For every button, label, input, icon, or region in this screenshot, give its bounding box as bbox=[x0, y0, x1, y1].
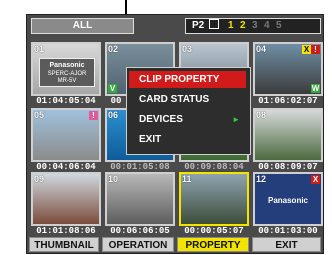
menu-item-devices[interactable]: DEVICES ► bbox=[129, 111, 246, 128]
thumbnail-number: 02 bbox=[108, 44, 119, 54]
filter-all-label[interactable]: ALL bbox=[31, 18, 134, 34]
property-button[interactable]: PROPERTY bbox=[177, 237, 249, 252]
thumbnail-09[interactable]: 09 bbox=[31, 172, 101, 226]
badge-alert: ! bbox=[311, 45, 320, 54]
menu-item-label: CLIP PROPERTY bbox=[139, 74, 220, 85]
thumbnail-number: 08 bbox=[256, 110, 267, 120]
slot-1: 1 bbox=[228, 20, 234, 31]
thumbnail-brand: Panasonic bbox=[267, 196, 308, 205]
thumbnail-11[interactable]: 11 bbox=[179, 172, 249, 226]
menu-item-card-status[interactable]: CARD STATUS bbox=[129, 91, 246, 108]
timecode: 00:06:06:05 bbox=[110, 226, 170, 236]
badge-x: X bbox=[302, 45, 311, 54]
menu-item-label: CARD STATUS bbox=[139, 94, 210, 105]
thumbnail-08[interactable]: 08 bbox=[253, 108, 323, 162]
thumbnail-10[interactable]: 10 bbox=[105, 172, 175, 226]
card-icon bbox=[209, 19, 219, 29]
badge-alert: ! bbox=[89, 111, 98, 120]
slot-5: 5 bbox=[276, 20, 282, 31]
thumbnail-number: 03 bbox=[182, 44, 193, 54]
badge-x: X bbox=[311, 175, 320, 184]
exit-button[interactable]: EXIT bbox=[252, 237, 321, 252]
timecode: 01:06:02:07 bbox=[258, 96, 318, 106]
thumbnail-number: 04 bbox=[256, 44, 267, 54]
thumbnail-number: 01 bbox=[34, 44, 45, 54]
thumbnail-12[interactable]: 12 X Panasonic bbox=[253, 172, 323, 226]
badge-w: W bbox=[311, 84, 320, 93]
top-bar: ALL P2 1 2 3 4 5 bbox=[29, 18, 321, 34]
thumbnail-number: 05 bbox=[34, 110, 45, 120]
slate-model: SPERC-AJOR bbox=[47, 71, 87, 77]
p2-label: P2 bbox=[192, 20, 205, 31]
menu-item-label: DEVICES bbox=[139, 114, 183, 125]
screen: ALL P2 1 2 3 4 5 Panasonic SPERC-AJOR MR… bbox=[0, 0, 332, 255]
slot-4: 4 bbox=[264, 20, 270, 31]
bottom-bar: THUMBNAIL OPERATION PROPERTY EXIT bbox=[27, 237, 323, 253]
thumbnail-05[interactable]: 05 ! bbox=[31, 108, 101, 162]
timecode: 01:01:08:06 bbox=[36, 226, 96, 236]
thumbnail-number: 11 bbox=[182, 174, 192, 184]
badge-v: V bbox=[108, 84, 117, 93]
thumbnail-04[interactable]: 04 X ! W bbox=[253, 42, 323, 96]
timecode: 01:04:05:04 bbox=[36, 96, 96, 106]
thumbnail-button[interactable]: THUMBNAIL bbox=[29, 237, 99, 252]
thumbnail-number: 06 bbox=[108, 110, 119, 120]
menu-item-exit[interactable]: EXIT bbox=[129, 131, 246, 148]
timecode: 00:01:03:00 bbox=[258, 226, 318, 236]
slot-2: 2 bbox=[240, 20, 246, 31]
card-slot-indicator: P2 1 2 3 4 5 bbox=[185, 18, 321, 34]
context-menu: CLIP PROPERTY CARD STATUS DEVICES ► EXIT bbox=[126, 67, 251, 155]
pointer-marker bbox=[125, 0, 127, 14]
menu-item-clip-property[interactable]: CLIP PROPERTY bbox=[129, 71, 246, 88]
slate-brand: Panasonic bbox=[49, 62, 85, 69]
timecode: 00 bbox=[110, 96, 122, 106]
thumbnail-number: 09 bbox=[34, 174, 45, 184]
thumbnail-number: 12 bbox=[256, 174, 267, 184]
operation-button[interactable]: OPERATION bbox=[102, 237, 174, 252]
timecode: 00:00:05:07 bbox=[184, 226, 244, 236]
thumbnail-01[interactable]: Panasonic SPERC-AJOR MR-5V 01 bbox=[31, 42, 101, 96]
lcd-panel: ALL P2 1 2 3 4 5 Panasonic SPERC-AJOR MR… bbox=[26, 14, 324, 254]
thumbnail-number: 10 bbox=[108, 174, 119, 184]
menu-item-label: EXIT bbox=[139, 134, 162, 145]
slate-sub: MR-5V bbox=[57, 78, 77, 84]
submenu-arrow-icon: ► bbox=[232, 115, 240, 124]
slate-graphic: Panasonic SPERC-AJOR MR-5V bbox=[39, 58, 95, 87]
slot-3: 3 bbox=[252, 20, 258, 31]
